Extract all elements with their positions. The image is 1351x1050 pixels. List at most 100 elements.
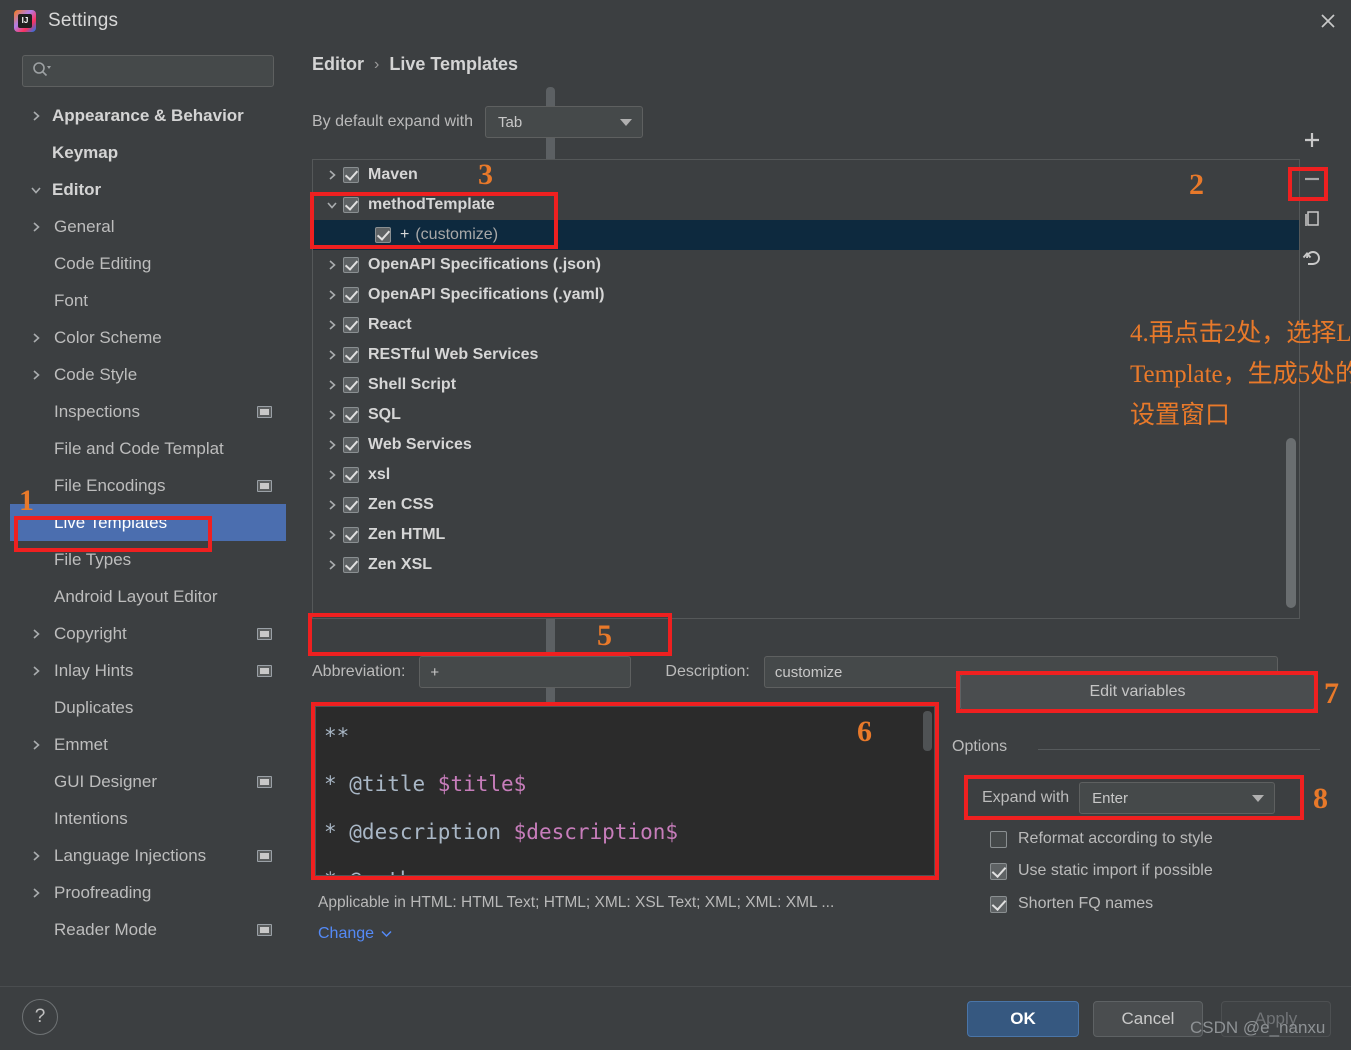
sidebar-item-color-scheme[interactable]: Color Scheme <box>10 319 286 356</box>
template-checkbox[interactable] <box>343 437 359 453</box>
chevron-right-icon[interactable] <box>321 409 343 421</box>
chevron-right-icon[interactable] <box>28 885 44 901</box>
chevron-right-icon[interactable] <box>28 367 44 383</box>
template-checkbox[interactable] <box>343 197 359 213</box>
sidebar-item-reader-mode[interactable]: Reader Mode <box>10 911 286 948</box>
template-checkbox[interactable] <box>343 317 359 333</box>
search-box[interactable] <box>22 55 274 87</box>
template-checkbox[interactable] <box>343 257 359 273</box>
copy-icon[interactable] <box>1292 198 1332 237</box>
sidebar-item-inspections[interactable]: Inspections <box>10 393 286 430</box>
templates-scrollbar-thumb[interactable] <box>1286 438 1296 608</box>
sidebar-item-language-injections[interactable]: Language Injections <box>10 837 286 874</box>
sidebar-item-emmet[interactable]: Emmet <box>10 726 286 763</box>
sidebar-item-appearance-behavior[interactable]: Appearance & Behavior <box>10 97 286 134</box>
remove-template-button[interactable] <box>1292 159 1332 198</box>
option-checkbox-row[interactable]: Reformat according to style <box>990 830 1213 848</box>
abbreviation-input[interactable]: + <box>419 656 632 688</box>
chevron-right-icon[interactable] <box>28 330 44 346</box>
sidebar-item-file-encodings[interactable]: File Encodings <box>10 467 286 504</box>
chevron-right-icon[interactable] <box>28 219 44 235</box>
chevron-right-icon[interactable] <box>28 108 44 124</box>
step-marker-2: 2 <box>1189 168 1204 201</box>
template-checkbox[interactable] <box>343 497 359 513</box>
breadcrumb-parent[interactable]: Editor <box>312 54 364 75</box>
chevron-right-icon[interactable] <box>321 529 343 541</box>
sidebar-item-general[interactable]: General <box>10 208 286 245</box>
chevron-down-icon[interactable] <box>28 182 44 198</box>
add-template-button[interactable] <box>1292 120 1332 159</box>
sidebar-item-copyright[interactable]: Copyright <box>10 615 286 652</box>
template-checkbox[interactable] <box>343 557 359 573</box>
chevron-right-icon[interactable] <box>321 319 343 331</box>
template-checkbox[interactable] <box>343 287 359 303</box>
sidebar-item-keymap[interactable]: Keymap <box>10 134 286 171</box>
edit-variables-button[interactable]: Edit variables <box>960 674 1315 710</box>
chevron-right-icon[interactable] <box>321 439 343 451</box>
close-icon[interactable] <box>1305 0 1351 41</box>
revert-arrow-icon[interactable] <box>1292 237 1332 276</box>
intellij-logo-icon: IJ <box>14 9 36 32</box>
template-group-row[interactable]: Maven <box>313 160 1299 190</box>
template-group-row[interactable]: OpenAPI Specifications (.yaml) <box>313 280 1299 310</box>
chevron-right-icon[interactable] <box>28 848 44 864</box>
sidebar-item-android-layout-editor[interactable]: Android Layout Editor <box>10 578 286 615</box>
option-checkbox-row[interactable]: Use static import if possible <box>990 862 1213 880</box>
chevron-right-icon[interactable] <box>28 663 44 679</box>
chevron-down-icon[interactable] <box>321 199 343 211</box>
template-checkbox[interactable] <box>343 377 359 393</box>
template-text-editor[interactable]: ** * @title $title$ * @description $desc… <box>315 706 935 876</box>
template-checkbox[interactable] <box>343 167 359 183</box>
chevron-right-icon[interactable] <box>28 626 44 642</box>
sidebar-item-live-templates[interactable]: Live Templates <box>10 504 286 541</box>
help-button[interactable]: ? <box>22 999 58 1035</box>
chevron-right-icon[interactable] <box>321 469 343 481</box>
sidebar-scrollbar-track[interactable] <box>278 41 555 986</box>
sidebar-item-label: Appearance & Behavior <box>52 105 244 125</box>
chevron-right-icon[interactable] <box>321 559 343 571</box>
template-group-row[interactable]: + (customize) <box>313 220 1299 250</box>
ok-button[interactable]: OK <box>967 1001 1079 1037</box>
template-group-row[interactable]: Zen XSL <box>313 550 1299 580</box>
sidebar-item-editor[interactable]: Editor <box>10 171 286 208</box>
sidebar-item-file-and-code-templat[interactable]: File and Code Templat <box>10 430 286 467</box>
editor-scrollbar-thumb[interactable] <box>923 711 932 751</box>
chevron-right-icon[interactable] <box>321 289 343 301</box>
template-checkbox[interactable] <box>343 467 359 483</box>
chevron-right-icon[interactable] <box>321 499 343 511</box>
option-checkbox[interactable] <box>990 830 1007 848</box>
sidebar-item-font[interactable]: Font <box>10 282 286 319</box>
sidebar-item-duplicates[interactable]: Duplicates <box>10 689 286 726</box>
expand-with-dropdown[interactable]: Enter <box>1079 782 1276 814</box>
cancel-button[interactable]: Cancel <box>1093 1001 1203 1037</box>
sidebar-item-file-types[interactable]: File Types <box>10 541 286 578</box>
sidebar-item-proofreading[interactable]: Proofreading <box>10 874 286 911</box>
template-checkbox[interactable] <box>375 227 391 243</box>
template-group-row[interactable]: Zen HTML <box>313 520 1299 550</box>
sidebar-item-intentions[interactable]: Intentions <box>10 800 286 837</box>
template-group-row[interactable]: OpenAPI Specifications (.json) <box>313 250 1299 280</box>
template-checkbox[interactable] <box>343 347 359 363</box>
search-input[interactable] <box>52 56 273 86</box>
sidebar-item-code-editing[interactable]: Code Editing <box>10 245 286 282</box>
option-checkbox[interactable] <box>990 895 1007 913</box>
option-checkbox[interactable] <box>990 862 1007 880</box>
chevron-right-icon[interactable] <box>28 737 44 753</box>
template-checkbox[interactable] <box>343 407 359 423</box>
chevron-right-icon[interactable] <box>321 379 343 391</box>
sidebar-item-code-style[interactable]: Code Style <box>10 356 286 393</box>
option-checkbox-row[interactable]: Shorten FQ names <box>990 895 1153 913</box>
default-expand-dropdown[interactable]: Tab <box>485 106 643 138</box>
template-group-row[interactable]: xsl <box>313 460 1299 490</box>
step-marker-3: 3 <box>478 158 493 191</box>
sidebar-item-inlay-hints[interactable]: Inlay Hints <box>10 652 286 689</box>
chevron-right-icon[interactable] <box>321 259 343 271</box>
template-group-row[interactable]: methodTemplate <box>313 190 1299 220</box>
sidebar-item-gui-designer[interactable]: GUI Designer <box>10 763 286 800</box>
template-checkbox[interactable] <box>343 527 359 543</box>
template-group-row[interactable]: Zen CSS <box>313 490 1299 520</box>
chevron-right-icon[interactable] <box>321 169 343 181</box>
chevron-right-icon[interactable] <box>321 349 343 361</box>
change-contexts-link[interactable]: Change <box>318 925 392 943</box>
